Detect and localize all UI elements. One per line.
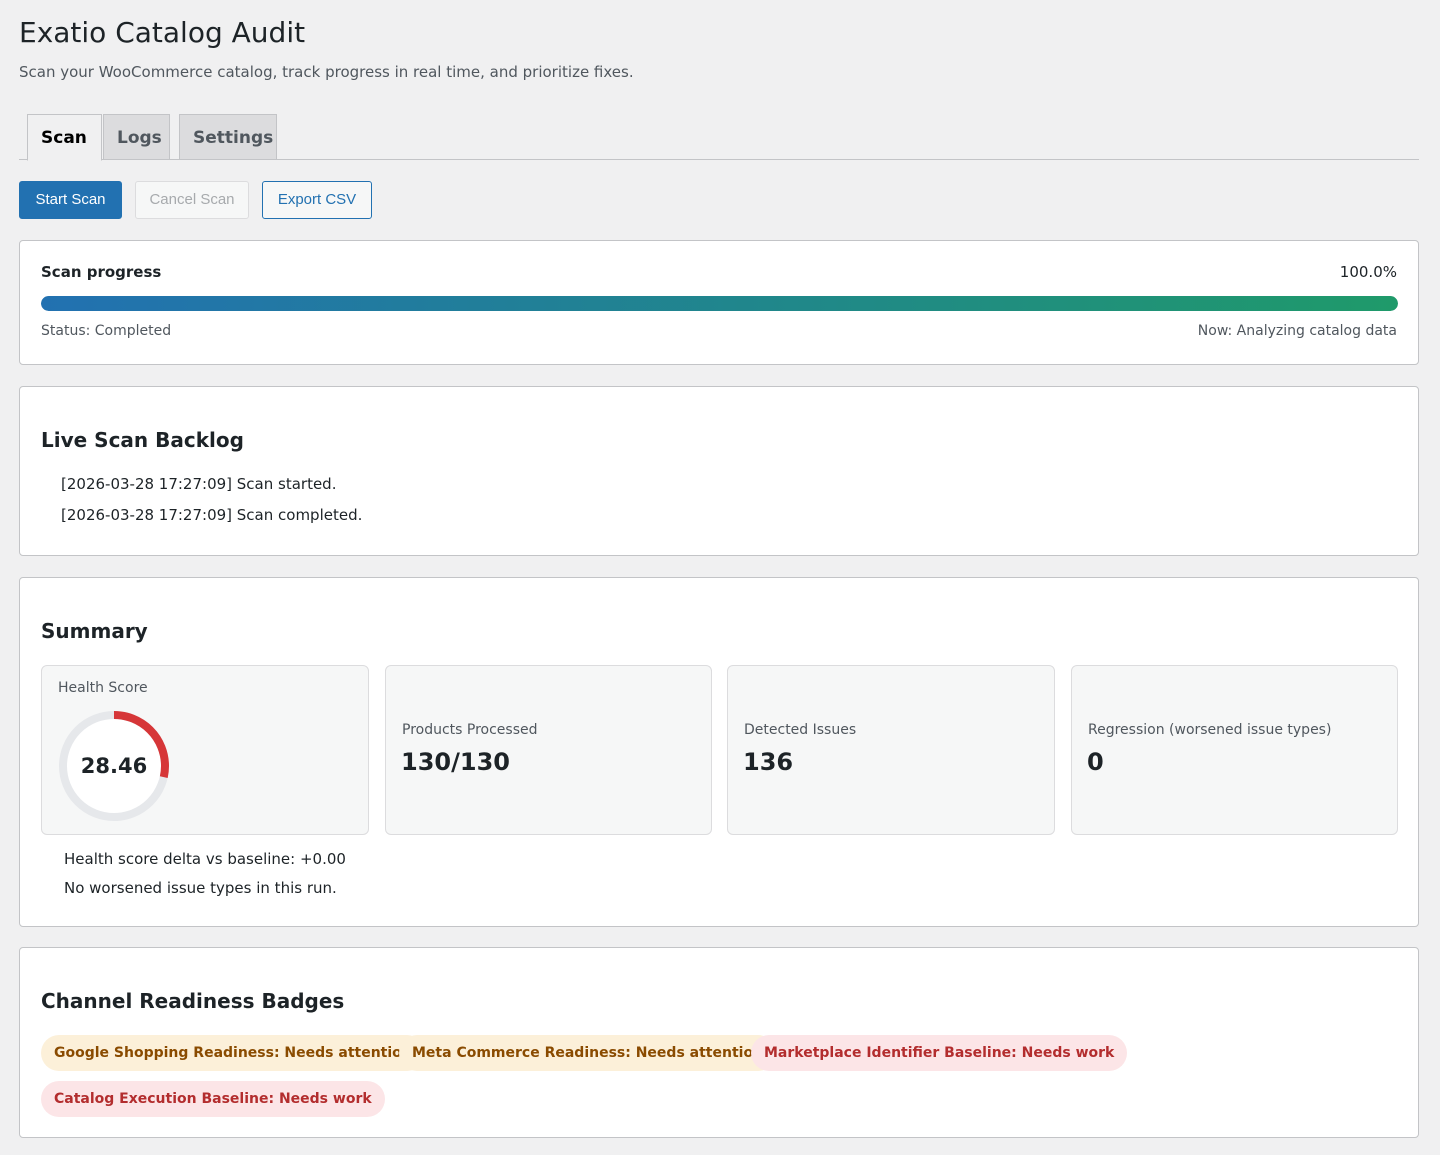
export-csv-button[interactable]: Export CSV xyxy=(262,181,372,219)
products-processed-value: 130/130 xyxy=(401,748,510,776)
health-delta-note: Health score delta vs baseline: +0.00 xyxy=(64,850,346,868)
progress-label: Scan progress xyxy=(41,263,162,281)
scan-progress-card: Scan progress 100.0% Status: Completed N… xyxy=(19,240,1419,365)
tab-settings[interactable]: Settings xyxy=(179,114,277,160)
progress-now: Now: Analyzing catalog data xyxy=(1197,323,1397,339)
progress-bar xyxy=(41,296,1398,311)
detected-issues-stat: Detected Issues 136 xyxy=(727,665,1055,835)
health-score-value: 28.46 xyxy=(80,754,148,778)
tab-bar: Scan Logs Settings xyxy=(19,114,1419,161)
backlog-log-list: [2026-03-28 17:27:09] Scan started. [202… xyxy=(61,474,362,536)
tab-logs[interactable]: Logs xyxy=(103,114,170,160)
log-entry: [2026-03-28 17:27:09] Scan completed. xyxy=(61,506,363,524)
summary-card: Summary Health Score 28.46 Products Proc… xyxy=(19,577,1419,927)
badge-google-shopping: Google Shopping Readiness: Needs attenti… xyxy=(41,1035,425,1071)
backlog-title: Live Scan Backlog xyxy=(41,428,244,452)
start-scan-button[interactable]: Start Scan xyxy=(19,181,122,219)
detected-issues-label: Detected Issues xyxy=(744,722,857,738)
regression-stat: Regression (worsened issue types) 0 xyxy=(1071,665,1398,835)
badge-meta-commerce: Meta Commerce Readiness: Needs attention xyxy=(399,1035,777,1071)
products-processed-label: Products Processed xyxy=(402,722,538,738)
progress-percent: 100.0% xyxy=(1339,263,1397,281)
cancel-scan-button[interactable]: Cancel Scan xyxy=(135,181,249,219)
detected-issues-value: 136 xyxy=(743,748,794,776)
log-entry: [2026-03-28 17:27:09] Scan started. xyxy=(61,475,337,493)
regression-label: Regression (worsened issue types) xyxy=(1088,722,1332,738)
worsened-issues-note: No worsened issue types in this run. xyxy=(64,879,337,897)
summary-title: Summary xyxy=(41,619,148,643)
page-subtitle: Scan your WooCommerce catalog, track pro… xyxy=(19,63,634,81)
health-score-stat: Health Score 28.46 xyxy=(41,665,369,835)
badge-marketplace-identifier: Marketplace Identifier Baseline: Needs w… xyxy=(751,1035,1128,1071)
live-scan-backlog-card: Live Scan Backlog [2026-03-28 17:27:09] … xyxy=(19,386,1419,556)
health-score-label: Health Score xyxy=(58,680,148,696)
badge-catalog-execution: Catalog Execution Baseline: Needs work xyxy=(41,1081,385,1117)
badges-title: Channel Readiness Badges xyxy=(41,989,345,1013)
page-title: Exatio Catalog Audit xyxy=(19,16,306,49)
regression-value: 0 xyxy=(1087,748,1104,776)
tab-scan[interactable]: Scan xyxy=(27,114,102,161)
progress-bar-fill xyxy=(41,296,1398,311)
progress-status: Status: Completed xyxy=(41,323,172,339)
channel-readiness-card: Channel Readiness Badges Google Shopping… xyxy=(19,947,1419,1138)
products-processed-stat: Products Processed 130/130 xyxy=(385,665,712,835)
